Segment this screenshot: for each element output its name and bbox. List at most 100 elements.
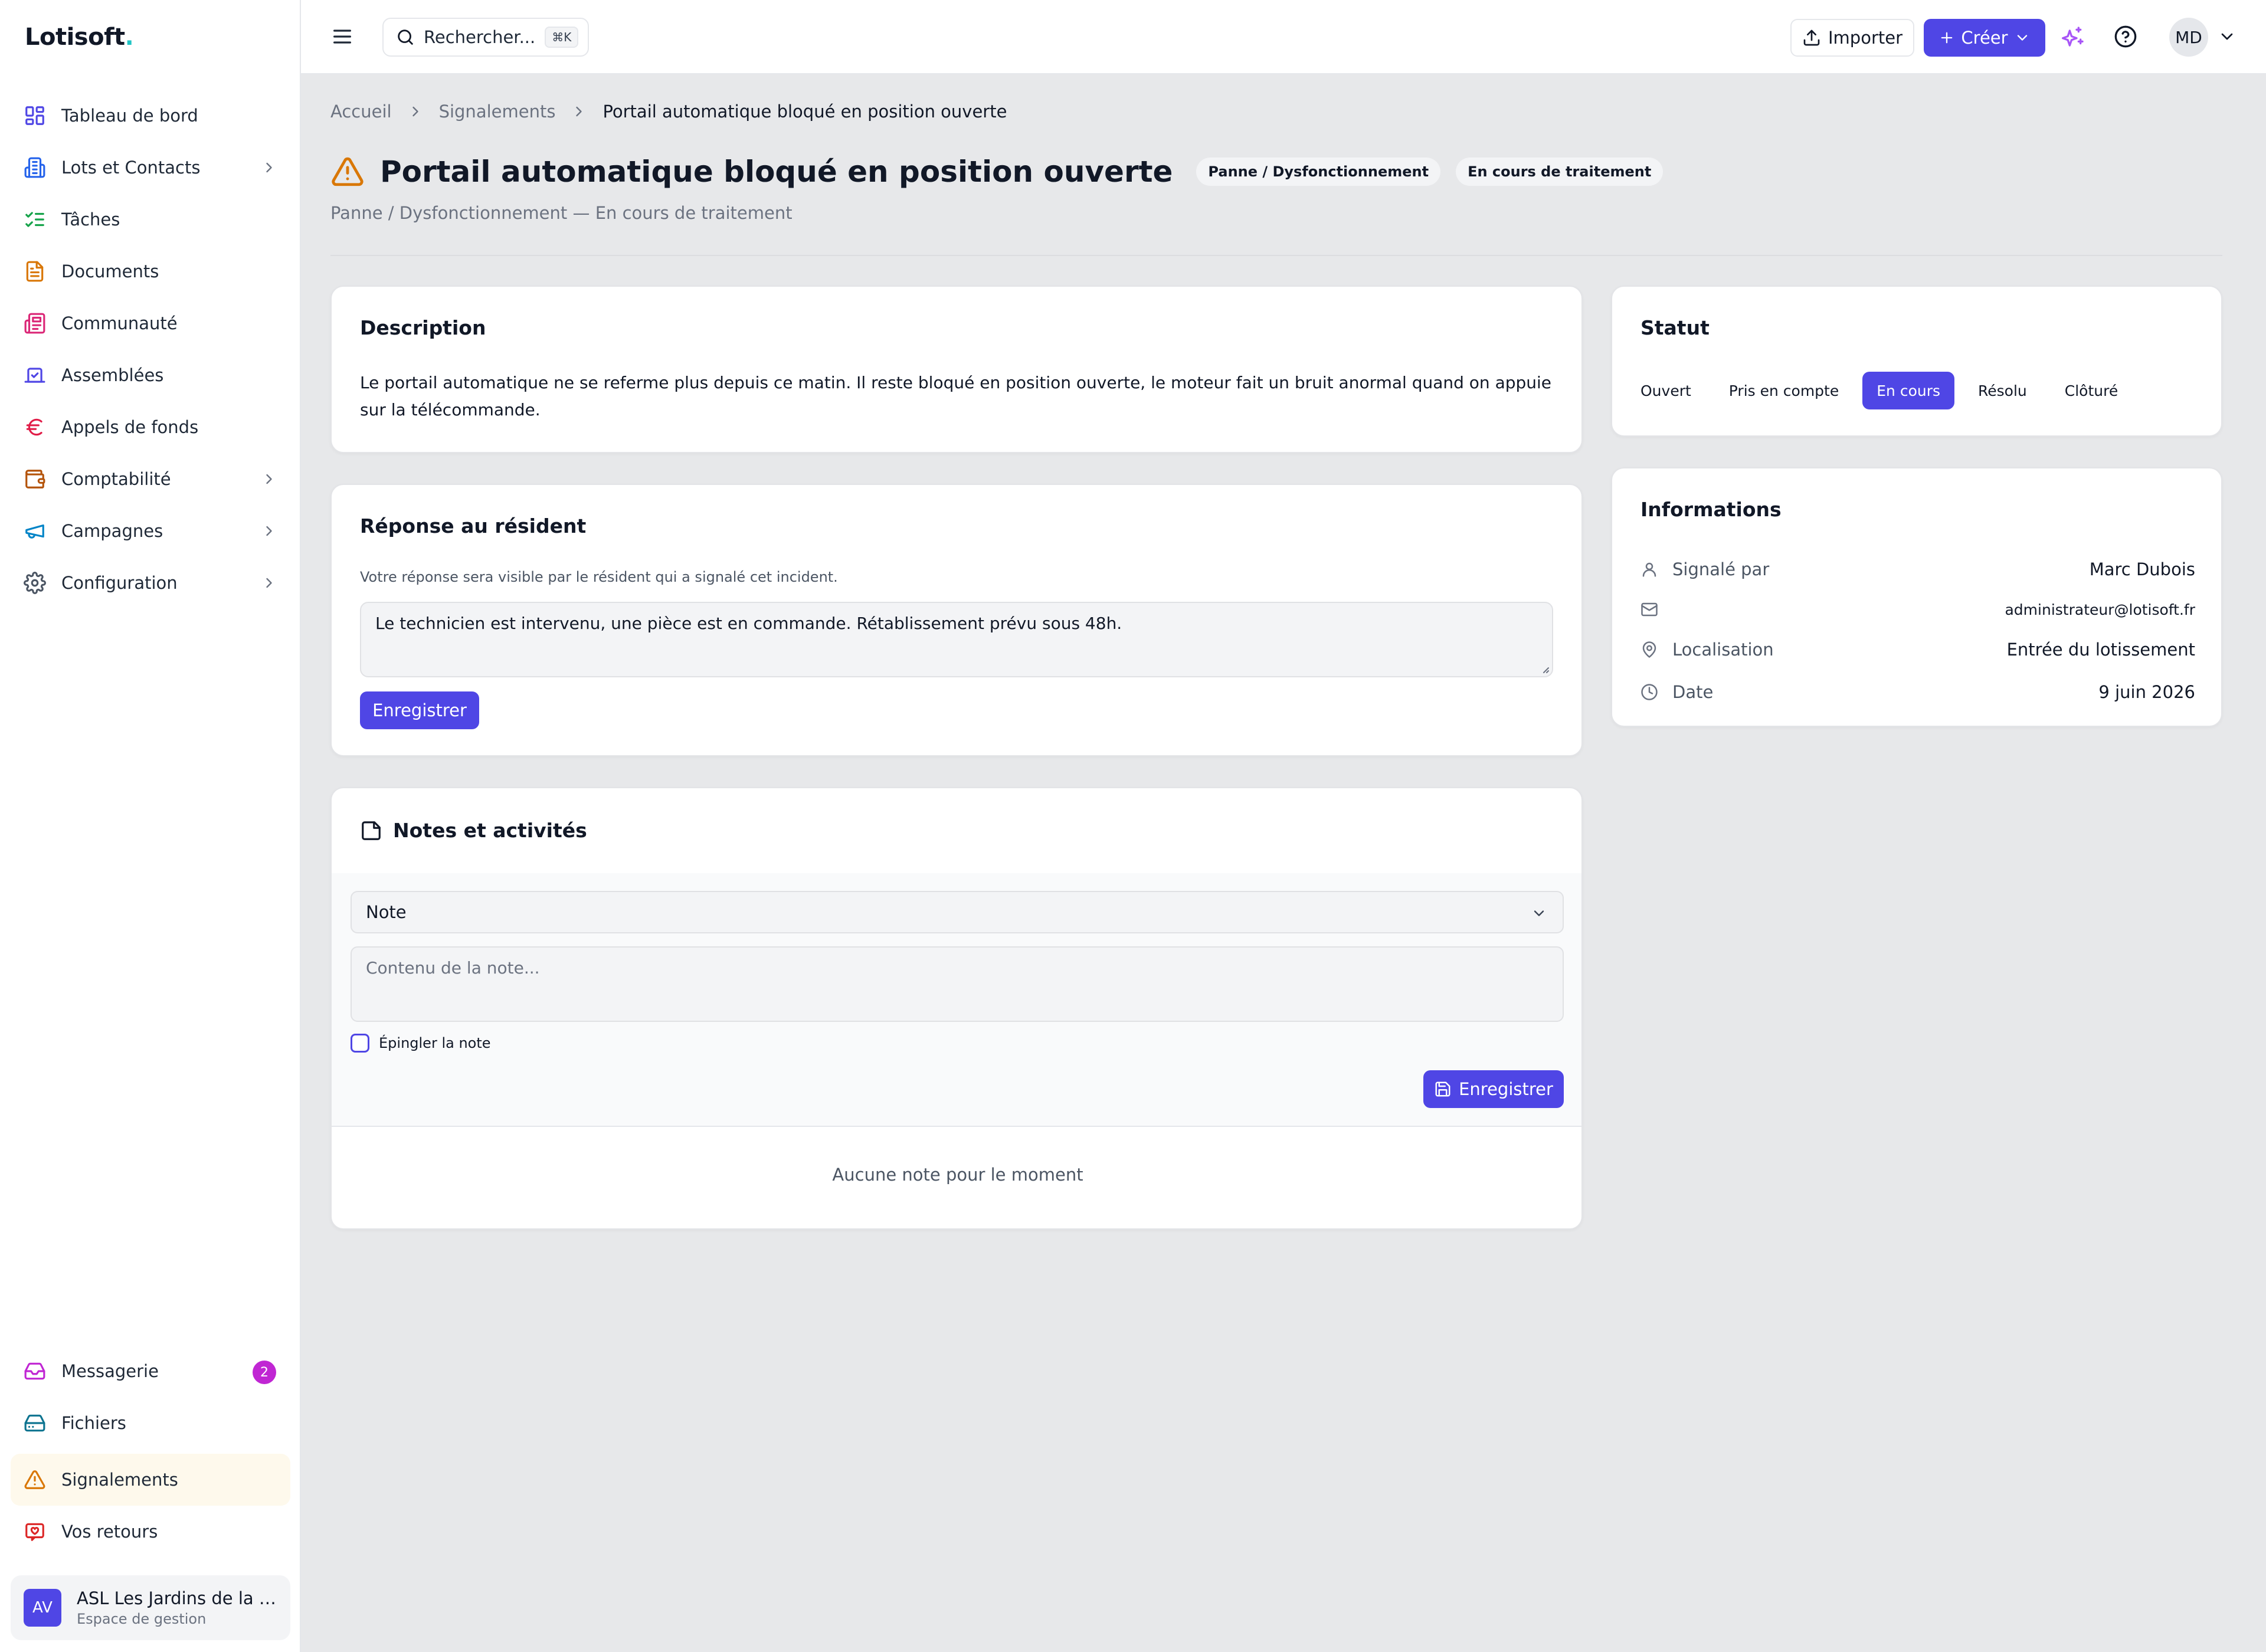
sidebar-item-campagnes[interactable]: Campagnes <box>11 505 290 557</box>
note-content-input[interactable]: Contenu de la note... <box>351 946 1564 1022</box>
euro-icon <box>24 416 46 438</box>
status-tab-en-cours[interactable]: En cours <box>1862 372 1955 409</box>
save-note-button[interactable]: Enregistrer <box>1423 1070 1564 1108</box>
logo-text: Lotisoft <box>25 24 125 51</box>
logo[interactable]: Lotisoft. <box>0 0 300 74</box>
pin-note-option[interactable]: Épingler la note <box>351 1034 491 1053</box>
sidebar-item-label: Campagnes <box>61 521 163 541</box>
drive-icon <box>24 1412 46 1434</box>
breadcrumb-signalements[interactable]: Signalements <box>439 101 556 122</box>
chevron-right-icon <box>266 578 272 588</box>
breadcrumb-home[interactable]: Accueil <box>330 101 392 122</box>
sidebar-item-appels-de-fonds[interactable]: Appels de fonds <box>11 401 290 453</box>
chevron-down-icon[interactable] <box>2218 27 2236 46</box>
sidebar-item-label: Appels de fonds <box>61 417 199 437</box>
info-date-value: 9 juin 2026 <box>2098 682 2195 702</box>
checklist-icon <box>24 208 46 231</box>
sidebar-item-signalements[interactable]: Signalements <box>11 1454 290 1506</box>
help-icon[interactable] <box>2114 25 2137 48</box>
sidebar-item-vos-retours[interactable]: Vos retours <box>11 1506 290 1558</box>
create-button[interactable]: Créer <box>1924 19 2045 57</box>
sidebar-item-assemblees[interactable]: Assemblées <box>11 349 290 401</box>
sidebar-item-comptabilite[interactable]: Comptabilité <box>11 453 290 505</box>
document-icon <box>24 260 46 283</box>
wallet-icon <box>24 468 46 490</box>
description-title: Description <box>360 316 486 339</box>
pin-note-label: Épingler la note <box>379 1035 491 1051</box>
response-hint: Votre réponse sera visible par le réside… <box>360 569 838 585</box>
upload-icon <box>1803 30 1820 46</box>
status-badge: En cours de traitement <box>1456 158 1664 186</box>
info-email-value[interactable]: administrateur@lotisoft.fr <box>2005 601 2195 618</box>
sidebar-item-fichiers[interactable]: Fichiers <box>11 1397 290 1449</box>
building-icon <box>24 156 46 179</box>
info-reporter-label: Signalé par <box>1672 559 1770 579</box>
sidebar-item-lots-et-contacts[interactable]: Lots et Contacts <box>11 142 290 194</box>
page-header: Portail automatique bloqué en position o… <box>330 155 1664 189</box>
search-input[interactable]: Rechercher... ⌘K <box>382 18 589 57</box>
sidebar-item-label: Messagerie <box>61 1361 159 1381</box>
info-location-row: Localisation Entrée du lotissement <box>1640 635 2195 664</box>
map-pin-icon <box>1642 641 1656 658</box>
dashboard-icon <box>24 104 46 127</box>
sticky-note-icon <box>362 821 381 840</box>
organization-switcher[interactable]: AV ASL Les Jardins de la Vallée Espace d… <box>11 1575 290 1640</box>
status-tab-pris-en-compte[interactable]: Pris en compte <box>1715 372 1853 409</box>
search-icon <box>398 30 413 45</box>
status-tab-resolu[interactable]: Résolu <box>1964 372 2041 409</box>
info-card: Informations Signalé par Marc Dubois adm… <box>1611 467 2222 727</box>
sidebar-item-label: Tableau de bord <box>61 106 198 126</box>
sidebar-item-messagerie[interactable]: Messagerie 2 <box>11 1345 290 1397</box>
org-avatar: AV <box>24 1589 61 1627</box>
chevron-down-icon <box>1534 910 1544 916</box>
note-type-select[interactable]: Note <box>351 891 1564 933</box>
info-reporter-value: Marc Dubois <box>2089 559 2195 579</box>
chevron-right-icon <box>412 106 418 117</box>
description-card: Description Le portail automatique ne se… <box>330 286 1583 453</box>
warning-icon <box>24 1469 46 1491</box>
sidebar-item-taches[interactable]: Tâches <box>11 194 290 245</box>
plus-icon <box>1941 32 1953 44</box>
sidebar-item-label: Vos retours <box>61 1522 158 1542</box>
feedback-icon <box>24 1520 46 1543</box>
sidebar-item-documents[interactable]: Documents <box>11 245 290 297</box>
search-placeholder: Rechercher... <box>424 27 536 47</box>
note-form: Note Contenu de la note... Épingler la n… <box>332 873 1581 1127</box>
warning-icon <box>332 157 364 186</box>
chevron-down-icon <box>2017 35 2027 41</box>
resize-handle-icon[interactable] <box>1540 664 1550 674</box>
clock-icon <box>1641 684 1658 700</box>
info-date-label: Date <box>1672 682 1714 702</box>
status-card: Statut Ouvert Pris en compte En cours Ré… <box>1611 286 2222 437</box>
menu-icon[interactable] <box>330 25 354 48</box>
sidebar-item-tableau-de-bord[interactable]: Tableau de bord <box>11 90 290 142</box>
notes-header: Notes et activités <box>360 819 587 842</box>
newspaper-icon <box>24 312 46 335</box>
status-tab-ouvert[interactable]: Ouvert <box>1626 372 1705 409</box>
info-reporter-row: Signalé par Marc Dubois <box>1640 555 2195 584</box>
status-tab-cloture[interactable]: Clôturé <box>2051 372 2132 409</box>
response-textarea[interactable]: Le technicien est intervenu, une pièce e… <box>360 602 1553 677</box>
page-title: Portail automatique bloqué en position o… <box>380 155 1173 189</box>
vote-icon <box>24 364 46 386</box>
notes-card: Notes et activités Note Contenu de la no… <box>330 787 1583 1230</box>
sidebar-item-communaute[interactable]: Communauté <box>11 297 290 349</box>
chevron-right-icon <box>266 162 272 173</box>
gear-icon <box>24 572 46 594</box>
category-badge: Panne / Dysfonctionnement <box>1196 158 1441 186</box>
org-subtitle: Espace de gestion <box>77 1611 207 1627</box>
save-response-button[interactable]: Enregistrer <box>360 691 479 729</box>
import-button[interactable]: Importer <box>1790 19 1914 57</box>
sidebar-item-label: Fichiers <box>61 1413 126 1433</box>
notes-title: Notes et activités <box>393 819 587 842</box>
user-icon <box>1642 562 1656 577</box>
header-divider <box>330 255 2222 256</box>
response-card: Réponse au résident Votre réponse sera v… <box>330 484 1583 756</box>
pin-note-checkbox[interactable] <box>351 1034 369 1053</box>
description-text: Le portail automatique ne se referme plu… <box>360 373 1552 419</box>
user-avatar[interactable]: MD <box>2169 18 2208 57</box>
sidebar-item-configuration[interactable]: Configuration <box>11 557 290 609</box>
sparkles-icon[interactable] <box>2062 25 2085 48</box>
response-title: Réponse au résident <box>360 514 587 537</box>
breadcrumb-current: Portail automatique bloqué en position o… <box>602 101 1007 122</box>
